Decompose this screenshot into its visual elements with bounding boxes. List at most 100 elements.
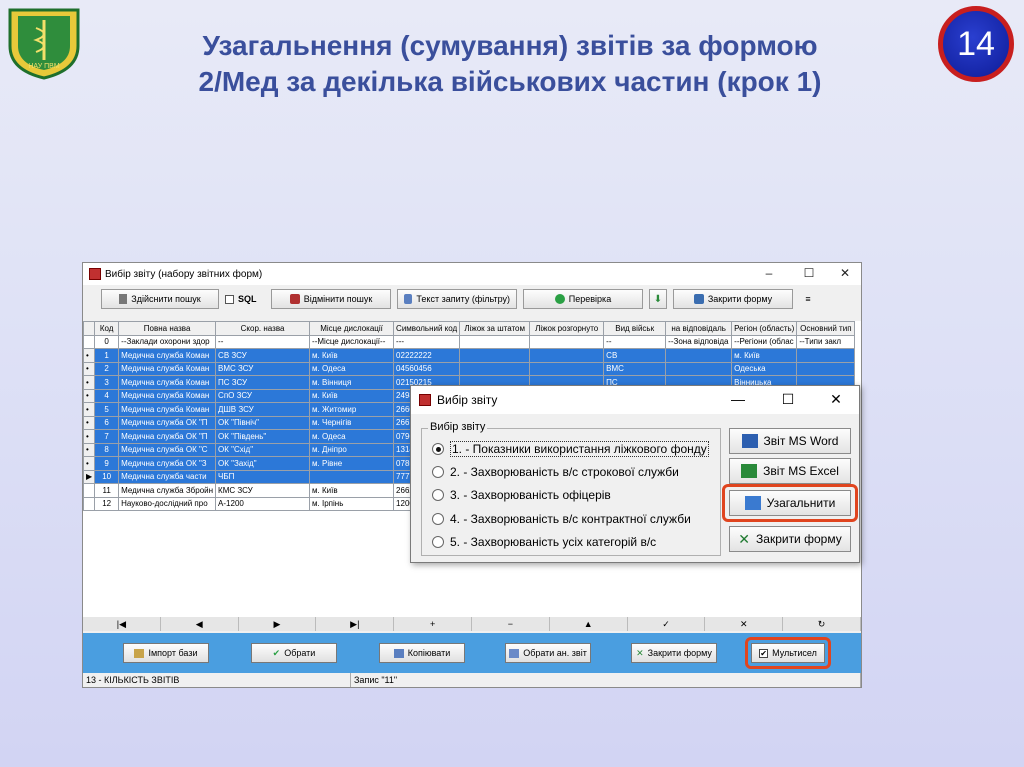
table-cell[interactable]: 6 xyxy=(94,415,120,430)
grid-column-header[interactable]: Повна назва xyxy=(118,321,217,336)
table-cell[interactable]: 9 xyxy=(94,456,120,471)
row-indicator[interactable]: • xyxy=(82,348,96,363)
nav-button[interactable]: ✓ xyxy=(628,617,706,631)
grid-column-header[interactable]: Ліжок розгорнуто xyxy=(529,321,605,336)
row-indicator[interactable]: • xyxy=(82,388,96,403)
query-text-button[interactable]: Текст запиту (фільтру) xyxy=(397,289,517,309)
table-cell[interactable]: 10 xyxy=(94,469,120,484)
choose-an-report-button[interactable]: Обрати ан. звіт xyxy=(505,643,591,663)
table-cell[interactable]: -- xyxy=(603,334,667,349)
report-option-radio[interactable]: 5. - Захворюваність усіх категорій в/с xyxy=(432,535,656,549)
table-cell[interactable]: --Регіони (облас xyxy=(731,334,798,349)
grid-column-header[interactable]: Основний тип xyxy=(796,321,856,336)
table-cell[interactable]: Медична служба Збройн xyxy=(118,483,217,498)
nav-button[interactable]: ✕ xyxy=(705,617,784,631)
table-cell[interactable]: 12 xyxy=(94,496,120,511)
table-cell[interactable]: м. Київ xyxy=(309,388,395,403)
nav-button[interactable]: + xyxy=(394,617,472,631)
grid-column-header[interactable]: на відповідаль xyxy=(665,321,733,336)
table-cell[interactable]: А-1200 xyxy=(215,496,311,511)
table-cell[interactable] xyxy=(796,348,856,363)
table-cell[interactable]: ДШВ ЗСУ xyxy=(215,402,311,417)
report-option-radio[interactable]: 3. - Захворюваність офіцерів xyxy=(432,488,611,502)
grid-column-header[interactable]: Регіон (область) xyxy=(731,321,798,336)
table-cell[interactable]: --Заклади охорони здор xyxy=(118,334,217,349)
table-cell[interactable]: ЧБП xyxy=(215,469,311,484)
radio-icon[interactable] xyxy=(432,465,444,478)
table-cell[interactable] xyxy=(529,348,605,363)
table-cell[interactable]: 7 xyxy=(94,429,120,444)
table-cell[interactable] xyxy=(309,469,395,484)
table-cell[interactable] xyxy=(665,348,733,363)
table-cell[interactable] xyxy=(529,361,605,376)
dialog-minimize-button[interactable]: — xyxy=(723,391,753,407)
table-cell[interactable]: ОК "Схід" xyxy=(215,442,311,457)
table-cell[interactable]: м. Одеса xyxy=(309,429,395,444)
nav-button[interactable]: ▶ xyxy=(239,617,317,631)
table-cell[interactable]: м. Ірпінь xyxy=(309,496,395,511)
report-option-radio[interactable]: 1. - Показники використання ліжкового фо… xyxy=(432,441,709,457)
table-cell[interactable]: КМС ЗСУ xyxy=(215,483,311,498)
table-cell[interactable]: м. Київ xyxy=(731,348,798,363)
table-cell[interactable] xyxy=(459,348,531,363)
menu-icon[interactable]: ≡ xyxy=(799,289,817,309)
radio-icon[interactable] xyxy=(432,489,444,501)
grid-column-header[interactable]: Код xyxy=(94,321,120,336)
table-cell[interactable]: ОК "Північ" xyxy=(215,415,311,430)
table-cell[interactable]: --Типи закл xyxy=(796,334,856,349)
table-cell[interactable] xyxy=(665,361,733,376)
table-cell[interactable]: м. Одеса xyxy=(309,361,395,376)
table-cell[interactable]: Медична служба ОК "П xyxy=(118,429,217,444)
table-row[interactable]: • 2 Медична служба Коман ВМС ЗСУ м. Одеса 045… xyxy=(82,361,856,376)
table-cell[interactable]: 1 xyxy=(94,348,120,363)
nav-button[interactable]: ▶| xyxy=(316,617,395,631)
row-indicator[interactable]: • xyxy=(82,429,96,444)
grid-column-header[interactable]: Скор. назва xyxy=(215,321,311,336)
radio-icon[interactable] xyxy=(432,536,444,548)
table-cell[interactable]: м. Київ xyxy=(309,483,395,498)
report-option-radio[interactable]: 2. - Захворюваність в/с строкової служби xyxy=(432,465,679,479)
radio-icon[interactable] xyxy=(432,443,444,455)
row-indicator[interactable]: • xyxy=(82,402,96,417)
table-cell[interactable]: Медична служба ОК "С xyxy=(118,442,217,457)
dialog-maximize-button[interactable]: ☐ xyxy=(773,391,803,408)
table-cell[interactable]: --Зона відповіда xyxy=(665,334,733,349)
table-cell[interactable]: ПС ЗСУ xyxy=(215,375,311,390)
table-row[interactable]: • 1 Медична служба Коман СВ ЗСУ м. Київ 02222… xyxy=(82,348,856,363)
table-cell[interactable] xyxy=(459,334,531,349)
table-cell[interactable]: 2 xyxy=(94,361,120,376)
table-cell[interactable]: Науково-дослідний про xyxy=(118,496,217,511)
row-indicator[interactable]: • xyxy=(82,415,96,430)
table-cell[interactable]: ВМС ЗСУ xyxy=(215,361,311,376)
table-cell[interactable]: Медична служба Коман xyxy=(118,348,217,363)
check-button[interactable]: Перевірка xyxy=(523,289,643,309)
table-cell[interactable]: Медична служба Коман xyxy=(118,361,217,376)
nav-button[interactable]: ◀ xyxy=(161,617,239,631)
table-cell[interactable]: ОК "Південь" xyxy=(215,429,311,444)
close-form-button[interactable]: Закрити форму xyxy=(673,289,793,309)
table-cell[interactable]: Медична служба Коман xyxy=(118,375,217,390)
table-cell[interactable]: 5 xyxy=(94,402,120,417)
row-indicator[interactable]: • xyxy=(82,375,96,390)
nav-button[interactable]: − xyxy=(472,617,550,631)
nav-button[interactable]: ▲ xyxy=(550,617,628,631)
grid-column-header[interactable]: Вид військ xyxy=(603,321,667,336)
grid-column-header[interactable] xyxy=(82,321,96,336)
row-indicator[interactable] xyxy=(82,334,96,349)
table-cell[interactable]: м. Рівне xyxy=(309,456,395,471)
table-cell[interactable]: м. Вінниця xyxy=(309,375,395,390)
table-row[interactable]: 0 --Заклади охорони здор -- --Місце дислока… xyxy=(82,334,856,349)
word-report-button[interactable]: Звіт MS Word xyxy=(729,428,851,454)
table-cell[interactable]: Медична служба Коман xyxy=(118,388,217,403)
maximize-button[interactable]: ☐ xyxy=(795,266,823,280)
table-cell[interactable] xyxy=(529,334,605,349)
table-cell[interactable]: СпО ЗСУ xyxy=(215,388,311,403)
choose-button[interactable]: ✔ Обрати xyxy=(251,643,337,663)
table-cell[interactable]: 02222222 xyxy=(393,348,461,363)
grid-column-header[interactable]: Символьний код xyxy=(393,321,461,336)
search-button[interactable]: Здійснити пошук xyxy=(101,289,219,309)
table-cell[interactable]: 04560456 xyxy=(393,361,461,376)
excel-report-button[interactable]: Звіт MS Excel xyxy=(729,458,851,484)
table-cell[interactable]: м. Київ xyxy=(309,348,395,363)
table-cell[interactable]: СВ xyxy=(603,348,667,363)
